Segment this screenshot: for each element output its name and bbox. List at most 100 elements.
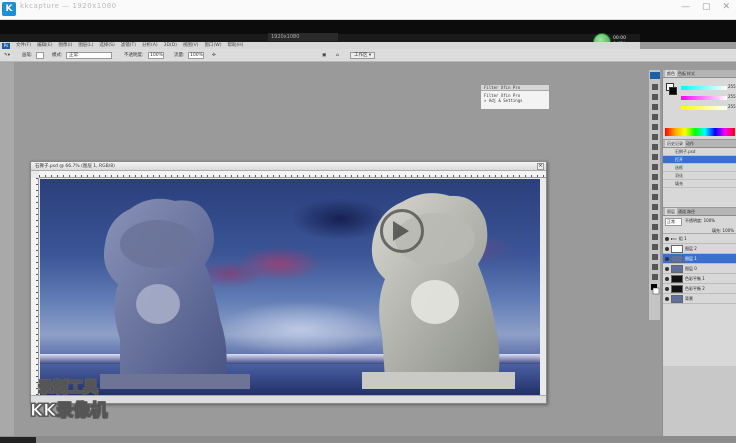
background-swatch[interactable] xyxy=(669,87,677,95)
menu-item-help[interactable]: 帮助(H) xyxy=(227,42,243,49)
layer-thumbnail xyxy=(671,254,683,263)
horizontal-ruler[interactable] xyxy=(39,171,546,178)
red-value[interactable]: 255 xyxy=(728,84,736,89)
tab-layers[interactable]: 图层 xyxy=(665,208,677,215)
green-slider[interactable] xyxy=(681,96,727,100)
layer-row[interactable]: 色彩平衡 1 xyxy=(663,274,736,284)
layer-row[interactable]: 图层 2 xyxy=(663,244,736,254)
recorder-resolution: 1920x1080 xyxy=(268,33,338,41)
taskbar-strip xyxy=(0,436,736,443)
menu-item-window[interactable]: 窗口(W) xyxy=(204,42,221,49)
tab-history[interactable]: 历史记录 xyxy=(665,140,685,147)
history-item[interactable]: 羽化 xyxy=(663,172,736,180)
app-logo-icon: K xyxy=(2,2,16,16)
layer-row[interactable]: 色彩平衡 2 xyxy=(663,284,736,294)
tablet-icon[interactable]: ⌂ xyxy=(336,49,339,62)
close-button[interactable]: ✕ xyxy=(722,2,730,12)
visibility-eye-icon[interactable] xyxy=(665,266,669,271)
document-window: 石狮子.psd @ 66.7% (图层 1, RGB/8) × xyxy=(30,161,547,404)
menu-item-filter[interactable]: 滤镜(T) xyxy=(121,42,136,49)
layer-opacity[interactable]: 不透明度: 100% xyxy=(685,218,715,226)
layer-thumbnail xyxy=(671,264,683,273)
airbrush-icon[interactable]: ✣ xyxy=(212,49,216,62)
window-controls: — ▢ ✕ xyxy=(681,2,730,12)
layer-name: 背景 xyxy=(685,295,693,301)
menu-item-select[interactable]: 选择(S) xyxy=(99,42,114,49)
image-canvas[interactable] xyxy=(40,179,540,395)
document-title[interactable]: 石狮子.psd @ 66.7% (图层 1, RGB/8) xyxy=(31,162,546,171)
panel-dock: 颜色 色板 样式 255 255 255 历史记录 动作 石狮子.psd 打开 … xyxy=(662,70,736,443)
dock-icon-strip xyxy=(648,70,660,320)
folder-icon: ▸▭ xyxy=(671,235,677,241)
history-item[interactable]: 填充 xyxy=(663,180,736,188)
history-item[interactable]: 选框 xyxy=(663,164,736,172)
menu-item-analysis[interactable]: 分析(A) xyxy=(142,42,158,49)
blend-mode-select[interactable]: 正常 xyxy=(665,218,682,226)
mode-select[interactable]: 正常 xyxy=(66,52,112,59)
outer-app-bar: K kkcapture — 1920x1080 — ▢ ✕ xyxy=(0,0,736,20)
layers-panel: 正常 不透明度: 100% 填充: 100% ▸▭ 组 1 图层 2 图层 1 … xyxy=(663,216,736,366)
opacity-label: 不透明度: xyxy=(124,53,144,58)
tab-channels[interactable]: 通道 xyxy=(678,208,686,215)
layer-name: 图层 0 xyxy=(685,265,697,271)
visibility-eye-icon[interactable] xyxy=(665,236,669,241)
opacity-input[interactable]: 100% xyxy=(148,52,164,59)
blue-value[interactable]: 255 xyxy=(728,104,736,109)
history-panel-tabs: 历史记录 动作 xyxy=(663,140,736,148)
vertical-ruler[interactable] xyxy=(31,178,39,396)
play-overlay-icon[interactable] xyxy=(380,209,424,253)
history-item[interactable]: 石狮子.psd xyxy=(663,148,736,156)
tab-swatches[interactable]: 色板 xyxy=(678,70,686,77)
flow-input[interactable]: 100% xyxy=(188,52,204,59)
layer-thumbnail xyxy=(671,244,683,253)
menu-item-file[interactable]: 文件(F) xyxy=(16,42,31,49)
layer-name: 图层 1 xyxy=(685,255,697,261)
layer-row[interactable]: ▸▭ 组 1 xyxy=(663,234,736,244)
document-status-bar xyxy=(31,395,546,403)
menu-item-edit[interactable]: 编辑(E) xyxy=(37,42,52,49)
brush-size-picker[interactable] xyxy=(36,52,44,59)
minimize-button[interactable]: — xyxy=(681,2,690,12)
stone-lion-right xyxy=(362,193,515,389)
layer-row[interactable]: 图层 0 xyxy=(663,264,736,274)
plugin-panel: Filter Xfin Pro Filter Xfin Pro » Adj & … xyxy=(480,84,550,110)
color-spectrum[interactable] xyxy=(665,128,735,136)
tab-styles[interactable]: 样式 xyxy=(687,70,695,77)
tab-actions[interactable]: 动作 xyxy=(686,140,694,147)
layer-row[interactable]: 背景 xyxy=(663,294,736,304)
color-panel-tabs: 颜色 色板 样式 xyxy=(663,70,736,78)
taskbar-start[interactable] xyxy=(0,437,36,443)
menu-item-view[interactable]: 视图(V) xyxy=(183,42,199,49)
visibility-eye-icon[interactable] xyxy=(665,246,669,251)
blue-slider[interactable] xyxy=(681,106,727,110)
watermark-line2: KK录像机 xyxy=(29,401,108,422)
workspace-button[interactable]: 工作区 ▾ xyxy=(350,52,376,59)
layer-name: 色彩平衡 2 xyxy=(685,285,705,291)
brush-tool-icon[interactable]: ✎▾ xyxy=(4,49,10,62)
visibility-eye-icon[interactable] xyxy=(665,286,669,291)
document-close-button[interactable]: × xyxy=(537,163,544,170)
layer-row[interactable]: 图层 1 xyxy=(663,254,736,264)
outer-app-title: kkcapture — 1920x1080 xyxy=(20,2,117,10)
layer-thumbnail xyxy=(671,284,683,293)
visibility-eye-icon[interactable] xyxy=(665,256,669,261)
layer-thumbnail xyxy=(671,274,683,283)
plugin-panel-line2[interactable]: » Adj & Settings xyxy=(484,98,546,103)
layer-name: 图层 2 xyxy=(685,245,697,251)
maximize-button[interactable]: ▢ xyxy=(702,2,711,12)
green-value[interactable]: 255 xyxy=(728,94,736,99)
panel-toggle-icon[interactable]: ▣ xyxy=(322,49,326,62)
visibility-eye-icon[interactable] xyxy=(665,296,669,301)
tab-paths[interactable]: 路径 xyxy=(687,208,695,215)
red-slider[interactable] xyxy=(681,86,727,90)
tool-strip-area xyxy=(0,62,14,443)
menu-item-3d[interactable]: 3D(D) xyxy=(164,42,177,49)
flow-label: 流量: xyxy=(174,53,185,58)
menu-item-layer[interactable]: 图层(L) xyxy=(78,42,93,49)
menu-bar: Ps 文件(F) 编辑(E) 图像(I) 图层(L) 选择(S) 滤镜(T) 分… xyxy=(0,42,640,49)
history-item[interactable]: 打开 xyxy=(663,156,736,164)
tab-color[interactable]: 颜色 xyxy=(665,70,677,77)
visibility-eye-icon[interactable] xyxy=(665,276,669,281)
menu-item-image[interactable]: 图像(I) xyxy=(58,42,72,49)
layer-name: 组 1 xyxy=(678,235,687,241)
